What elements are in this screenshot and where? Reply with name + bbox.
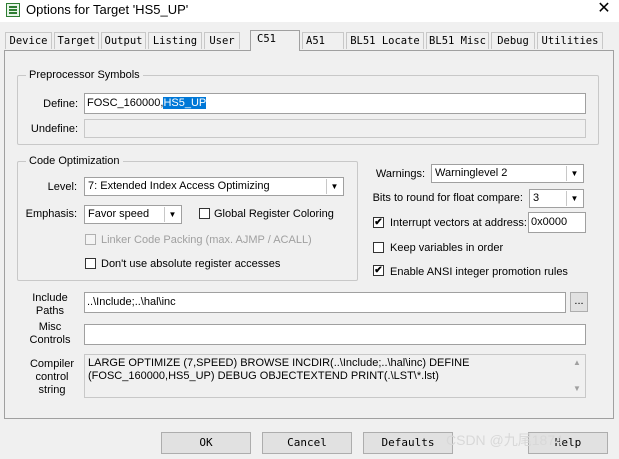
tab-debug[interactable]: Debug: [491, 32, 535, 49]
no-absolute-register-checkbox[interactable]: [85, 258, 96, 269]
close-button[interactable]: ✕: [592, 0, 616, 20]
global-register-coloring-label: Global Register Coloring: [214, 208, 334, 220]
compiler-control-text: LARGE OPTIMIZE (7,SPEED) BROWSE INCDIR(.…: [88, 357, 470, 382]
linker-code-packing-checkbox[interactable]: [85, 234, 96, 245]
bits-round-label: Bits to round for float compare:: [372, 192, 523, 204]
tab-a51[interactable]: A51: [302, 32, 344, 49]
emphasis-dropdown[interactable]: Favor speed ▼: [84, 205, 182, 224]
window-title: Options for Target 'HS5_UP': [26, 2, 189, 17]
preprocessor-group-title: Preprocessor Symbols: [26, 68, 143, 82]
undefine-field[interactable]: [84, 119, 586, 138]
tab-strip: Device Target Output Listing User C51 A5…: [0, 30, 619, 51]
ansi-promotion-label: Enable ANSI integer promotion rules: [390, 266, 568, 278]
cancel-button[interactable]: Cancel: [262, 432, 352, 454]
tab-c51[interactable]: C51: [250, 30, 300, 51]
tab-output[interactable]: Output: [101, 32, 146, 49]
tab-utilities[interactable]: Utilities: [537, 32, 603, 49]
scroll-down-icon: ▼: [573, 384, 581, 393]
define-label: Define:: [43, 98, 78, 110]
tab-target[interactable]: Target: [54, 32, 99, 49]
warnings-label: Warnings:: [375, 168, 425, 180]
chevron-down-icon: ▼: [566, 166, 582, 181]
tab-user[interactable]: User: [204, 32, 240, 49]
chevron-down-icon: ▼: [326, 179, 342, 194]
ok-button[interactable]: OK: [161, 432, 251, 454]
bits-round-dropdown[interactable]: 3 ▼: [529, 189, 584, 208]
level-label: Level:: [47, 181, 77, 193]
code-optimization-group-title: Code Optimization: [26, 154, 123, 168]
tab-device[interactable]: Device: [5, 32, 52, 49]
compiler-control-label: Compiler control string: [29, 358, 74, 396]
emphasis-label: Emphasis:: [25, 208, 77, 220]
compiler-control-string: LARGE OPTIMIZE (7,SPEED) BROWSE INCDIR(.…: [84, 354, 586, 398]
misc-controls-field[interactable]: [84, 324, 586, 345]
global-register-coloring-checkbox[interactable]: [199, 208, 210, 219]
scroll-up-icon: ▲: [573, 358, 581, 367]
warnings-dropdown[interactable]: Warninglevel 2 ▼: [431, 164, 584, 183]
chevron-down-icon: ▼: [164, 207, 180, 222]
level-dropdown[interactable]: 7: Extended Index Access Optimizing ▼: [84, 177, 344, 196]
undefine-label: Undefine:: [30, 123, 78, 135]
interrupt-vectors-checkbox[interactable]: ✔: [373, 217, 384, 228]
include-browse-button[interactable]: ...: [570, 292, 588, 312]
define-field[interactable]: FOSC_160000,HS5_UP: [84, 93, 586, 114]
ansi-promotion-checkbox[interactable]: ✔: [373, 265, 384, 276]
emphasis-value: Favor speed: [88, 208, 150, 220]
interrupt-vectors-label: Interrupt vectors at address:: [390, 217, 527, 229]
chevron-down-icon: ▼: [566, 191, 582, 206]
defaults-button[interactable]: Defaults: [363, 432, 453, 454]
watermark: CSDN @九尾1874: [446, 432, 563, 448]
title-bar: Options for Target 'HS5_UP' ✕: [0, 0, 619, 22]
define-value: FOSC_160000,: [87, 97, 164, 109]
tab-bl51-misc[interactable]: BL51 Misc: [426, 32, 489, 49]
include-paths-field[interactable]: ..\Include;..\hal\inc: [84, 292, 566, 313]
define-selected-text: HS5_UP: [163, 97, 207, 109]
keep-variables-checkbox[interactable]: [373, 242, 384, 253]
no-absolute-register-label: Don't use absolute register accesses: [101, 258, 281, 270]
linker-code-packing-label: Linker Code Packing (max. AJMP / ACALL): [101, 234, 312, 246]
keep-variables-label: Keep variables in order: [390, 242, 504, 254]
level-value: 7: Extended Index Access Optimizing: [88, 180, 270, 192]
bits-round-value: 3: [533, 192, 540, 204]
misc-controls-label: Misc Controls: [29, 321, 71, 346]
interrupt-address-field[interactable]: 0x0000: [528, 212, 586, 233]
app-icon: [6, 3, 20, 17]
include-paths-label: Include Paths: [32, 292, 68, 317]
warnings-value: Warninglevel 2: [435, 167, 508, 179]
tab-bl51-locate[interactable]: BL51 Locate: [346, 32, 424, 49]
tab-listing[interactable]: Listing: [148, 32, 202, 49]
